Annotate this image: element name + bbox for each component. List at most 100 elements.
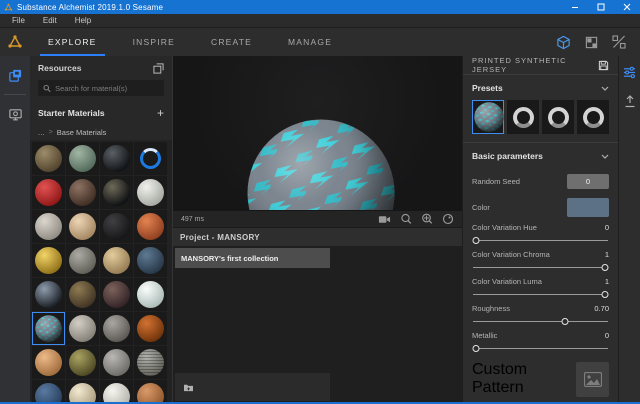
material-sphere (137, 383, 164, 402)
material-thumbnail[interactable] (32, 142, 65, 175)
material-thumbnail[interactable] (66, 244, 99, 277)
resources-panel: Resources Starter Materials + (30, 56, 172, 402)
param-slider[interactable] (473, 264, 608, 271)
material-thumbnail[interactable] (32, 380, 65, 402)
material-thumbnail[interactable] (100, 346, 133, 379)
loading-ring (140, 148, 161, 169)
material-thumbnail[interactable] (100, 278, 133, 311)
material-thumbnail[interactable] (134, 176, 167, 209)
export-upload-icon[interactable] (624, 95, 636, 108)
camera-icon[interactable] (378, 214, 391, 225)
zoom-area-icon[interactable] (421, 213, 433, 225)
breadcrumb-ellipsis[interactable]: ... (38, 128, 45, 137)
slider-track (473, 267, 608, 268)
minimize-button[interactable] (562, 0, 588, 14)
material-thumbnail[interactable] (100, 244, 133, 277)
color-swatch[interactable] (567, 198, 609, 217)
add-material-button[interactable]: + (157, 107, 164, 119)
close-button[interactable] (614, 0, 640, 14)
material-thumbnail[interactable] (100, 176, 133, 209)
material-thumbnail[interactable] (100, 210, 133, 243)
material-thumbnail[interactable] (134, 312, 167, 345)
material-sphere (69, 349, 96, 376)
material-thumbnail[interactable] (66, 176, 99, 209)
material-thumbnail[interactable] (32, 244, 65, 277)
viewport-settings-icon[interactable] (4, 103, 26, 125)
material-thumbnail[interactable] (66, 380, 99, 402)
basic-parameters-header[interactable]: Basic parameters (463, 146, 618, 166)
param-slider[interactable] (473, 291, 608, 298)
material-thumbnail[interactable] (32, 210, 65, 243)
material-sphere (69, 383, 96, 402)
collection-item[interactable]: MANSORY's first collection (175, 248, 330, 268)
breadcrumb-current[interactable]: Base Materials (57, 128, 107, 137)
param-slider[interactable] (473, 318, 608, 325)
window-title: Substance Alchemist 2019.1.0 Sesame (17, 3, 562, 12)
add-folder-icon[interactable] (183, 383, 194, 392)
3d-view-cube-icon[interactable] (556, 35, 571, 50)
slider-handle[interactable] (472, 237, 479, 244)
param-label: Color Variation Hue (472, 223, 605, 232)
preset-tile[interactable] (507, 100, 539, 134)
save-icon[interactable] (598, 60, 609, 71)
material-thumbnail[interactable] (32, 312, 65, 345)
orbit-magnifier-icon[interactable] (400, 213, 412, 225)
material-thumbnail[interactable] (66, 346, 99, 379)
material-sphere (137, 281, 164, 308)
material-thumbnail[interactable] (66, 312, 99, 345)
breadcrumb: ... > Base Materials (30, 124, 172, 140)
param-slider[interactable] (473, 237, 608, 244)
filter-sliders-icon[interactable] (623, 66, 636, 79)
slider-handle[interactable] (561, 318, 568, 325)
material-thumbnail[interactable] (32, 176, 65, 209)
tab-explore[interactable]: EXPLORE (30, 28, 115, 56)
material-thumbnail[interactable] (32, 346, 65, 379)
material-thumbnail[interactable] (66, 142, 99, 175)
material-thumbnail[interactable] (100, 312, 133, 345)
2d-view-icon[interactable] (585, 36, 598, 49)
material-sphere (69, 281, 96, 308)
param-label: Color (472, 203, 567, 212)
menu-edit[interactable]: Edit (35, 16, 65, 25)
material-sphere (103, 145, 130, 172)
material-thumbnail[interactable] (100, 142, 133, 175)
search-input[interactable] (55, 84, 159, 93)
preset-tile[interactable] (472, 100, 504, 134)
project-header[interactable]: Project - MANSORY (173, 227, 462, 246)
material-thumbnail[interactable] (100, 380, 133, 402)
preset-tile[interactable] (542, 100, 574, 134)
3d-canvas[interactable] (173, 56, 462, 210)
material-thumbnail[interactable] (32, 278, 65, 311)
tab-create[interactable]: CREATE (193, 28, 270, 56)
tab-inspire[interactable]: INSPIRE (115, 28, 193, 56)
tab-manage[interactable]: MANAGE (270, 28, 350, 56)
material-thumbnail[interactable] (134, 142, 167, 175)
param-slider[interactable] (473, 345, 608, 352)
random-seed-input[interactable]: 0 (567, 174, 609, 189)
split-view-icon[interactable] (612, 35, 626, 49)
material-thumbnail[interactable] (134, 380, 167, 402)
collection-footer (175, 373, 330, 401)
chevron-down-icon (601, 86, 609, 91)
material-thumbnail[interactable] (134, 210, 167, 243)
menu-file[interactable]: File (4, 16, 33, 25)
popout-panel-icon[interactable] (153, 63, 164, 74)
custom-pattern-slot[interactable] (576, 362, 609, 397)
slider-handle[interactable] (472, 345, 479, 352)
library-icon[interactable] (4, 64, 26, 86)
slider-handle[interactable] (602, 291, 609, 298)
material-thumbnail[interactable] (134, 278, 167, 311)
environment-sphere-icon[interactable] (442, 213, 454, 225)
preset-tile[interactable] (577, 100, 609, 134)
search-box (38, 80, 164, 96)
material-sphere (35, 281, 62, 308)
slider-handle[interactable] (602, 264, 609, 271)
maximize-button[interactable] (588, 0, 614, 14)
material-thumbnail[interactable] (134, 346, 167, 379)
material-thumbnail[interactable] (66, 210, 99, 243)
material-thumbnail[interactable] (134, 244, 167, 277)
menu-help[interactable]: Help (67, 16, 99, 25)
presets-header[interactable]: Presets (463, 78, 618, 98)
material-thumbnail[interactable] (66, 278, 99, 311)
right-rail (618, 56, 640, 402)
